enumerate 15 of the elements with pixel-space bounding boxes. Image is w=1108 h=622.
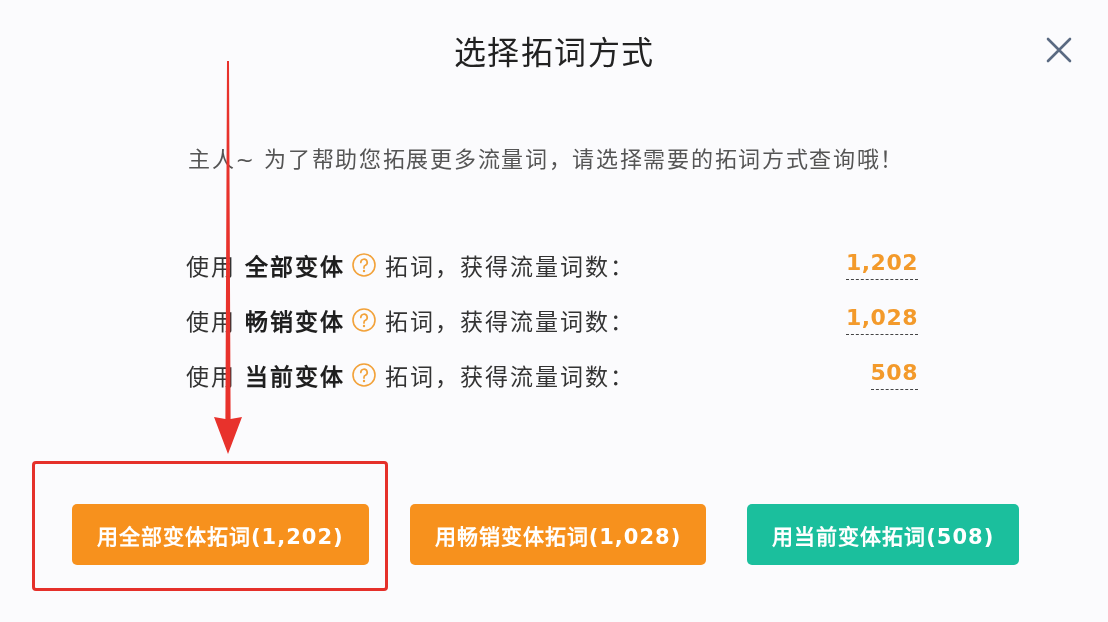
close-button[interactable] (1046, 37, 1072, 63)
help-icon[interactable] (352, 307, 377, 332)
expand-button[interactable]: 用全部变体拓词(1,202) (72, 504, 369, 565)
option-suffix: 拓词，获得流量词数： (385, 307, 636, 337)
close-icon (1046, 37, 1072, 63)
help-icon[interactable] (352, 362, 377, 387)
expand-button[interactable]: 用当前变体拓词(508) (747, 504, 1020, 565)
word-count: 1,202 (845, 249, 918, 280)
dialog-title: 选择拓词方式 (453, 33, 655, 73)
expand-button[interactable]: 用畅销变体拓词(1,028) (409, 504, 707, 565)
word-count: 508 (870, 359, 918, 390)
option-suffix: 拓词，获得流量词数： (385, 362, 636, 392)
word-count: 1,028 (845, 304, 918, 335)
help-icon[interactable] (352, 252, 377, 277)
option-suffix: 拓词，获得流量词数： (385, 252, 636, 282)
